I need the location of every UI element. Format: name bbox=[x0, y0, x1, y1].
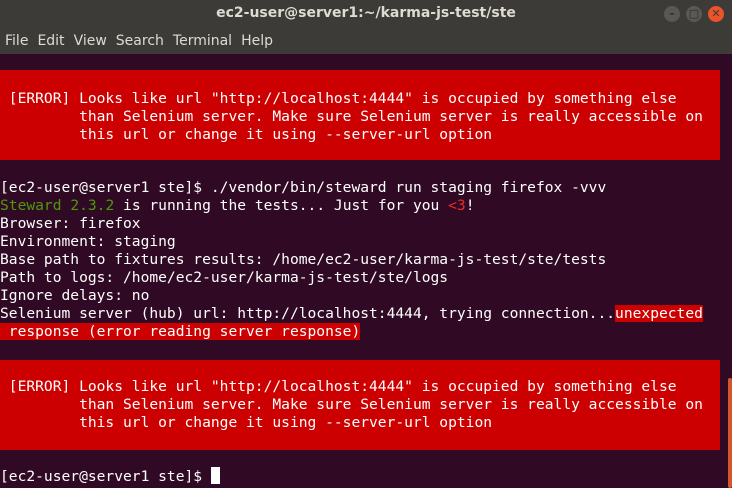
steward-exclaim: ! bbox=[465, 197, 475, 214]
menu-search[interactable]: Search bbox=[116, 33, 172, 49]
terminal-output[interactable]: [ERROR] Looks like url "http://localhost… bbox=[0, 54, 732, 488]
close-button[interactable]: ✕ bbox=[708, 6, 724, 22]
fixtures-line: Base path to fixtures results: /home/ec2… bbox=[0, 251, 607, 268]
selenium-error-cont: response (error reading server response) bbox=[0, 323, 361, 340]
window-title: ec2-user@server1:~/karma-js-test/ste bbox=[216, 5, 516, 21]
error-block: [ERROR] Looks like url "http://localhost… bbox=[0, 360, 720, 450]
error-line: than Selenium server. Make sure Selenium… bbox=[0, 396, 703, 413]
minimize-button[interactable]: – bbox=[664, 6, 680, 22]
title-bar: ec2-user@server1:~/karma-js-test/ste – □… bbox=[0, 0, 732, 28]
error-line: this url or change it using --server-url… bbox=[0, 126, 493, 143]
heart-text: <3 bbox=[448, 197, 466, 214]
scrollbar[interactable] bbox=[728, 378, 732, 488]
steward-message: is running the tests... Just for you bbox=[114, 197, 449, 214]
logs-line: Path to logs: /home/ec2-user/karma-js-te… bbox=[0, 269, 449, 286]
selenium-line: Selenium server (hub) url: http://localh… bbox=[0, 305, 703, 323]
error-line: than Selenium server. Make sure Selenium… bbox=[0, 108, 703, 125]
menu-file[interactable]: File bbox=[5, 33, 36, 49]
command-prompt: [ec2-user@server1 ste]$ ./vendor/bin/ste… bbox=[0, 179, 607, 196]
maximize-button[interactable]: □ bbox=[686, 6, 702, 22]
delays-line: Ignore delays: no bbox=[0, 287, 150, 304]
menu-view[interactable]: View bbox=[74, 33, 115, 49]
menu-bar: File Edit View Search Terminal Help bbox=[0, 28, 732, 54]
selenium-error-line: response (error reading server response) bbox=[0, 323, 361, 341]
error-line: [ERROR] Looks like url "http://localhost… bbox=[0, 90, 677, 107]
selenium-text: Selenium server (hub) url: http://localh… bbox=[0, 305, 616, 322]
window-controls: – □ ✕ bbox=[664, 6, 724, 22]
error-line: [ERROR] Looks like url "http://localhost… bbox=[0, 378, 677, 395]
error-block: [ERROR] Looks like url "http://localhost… bbox=[0, 70, 720, 160]
steward-version: 2.3.2 bbox=[70, 197, 115, 214]
selenium-error: unexpected bbox=[615, 305, 703, 322]
environment-line: Environment: staging bbox=[0, 233, 176, 250]
cursor-block bbox=[210, 467, 220, 484]
command-prompt: [ec2-user@server1 ste]$ bbox=[0, 467, 220, 485]
menu-terminal[interactable]: Terminal bbox=[173, 33, 240, 49]
error-line: this url or change it using --server-url… bbox=[0, 414, 493, 431]
prompt-text: [ec2-user@server1 ste]$ bbox=[0, 468, 211, 485]
steward-name: Steward bbox=[0, 197, 62, 214]
steward-status-line: Steward 2.3.2 is running the tests... Ju… bbox=[0, 197, 475, 215]
menu-help[interactable]: Help bbox=[241, 33, 281, 49]
browser-line: Browser: firefox bbox=[0, 215, 141, 232]
menu-edit[interactable]: Edit bbox=[37, 33, 72, 49]
